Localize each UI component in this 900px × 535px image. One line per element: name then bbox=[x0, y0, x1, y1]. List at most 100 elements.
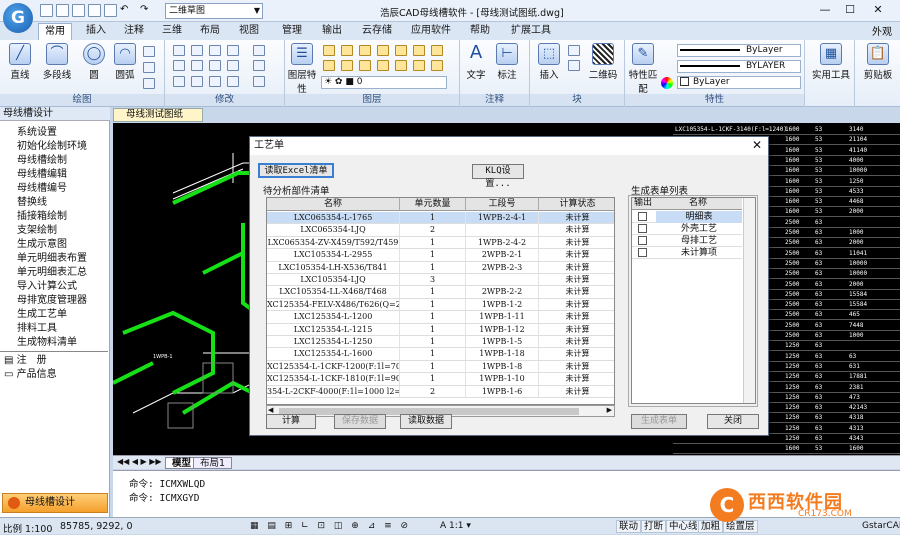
output-row[interactable]: 外壳工艺 bbox=[632, 223, 742, 235]
offset-icon[interactable] bbox=[173, 60, 185, 71]
workspace-select[interactable]: 二维草图 ▼ bbox=[165, 3, 263, 19]
layer-off-icon[interactable] bbox=[341, 45, 353, 56]
trim-icon[interactable] bbox=[227, 60, 239, 71]
col-status[interactable]: 计算状态 bbox=[539, 198, 614, 211]
fillet-icon[interactable] bbox=[209, 76, 221, 87]
output-checkbox[interactable] bbox=[638, 212, 647, 221]
sidebar-item-unit-summary[interactable]: 单元明细表汇总 bbox=[17, 266, 87, 279]
output-row[interactable]: 未计算项 bbox=[632, 247, 742, 259]
layer-isolate-icon[interactable] bbox=[359, 45, 371, 56]
tab-output[interactable]: 输出 bbox=[316, 23, 348, 40]
table-row[interactable]: LXC105354-L-2955 1 2WPB-2-1 未计算 bbox=[267, 249, 614, 262]
layer-lock-icon[interactable] bbox=[377, 45, 389, 56]
scroll-right-icon[interactable]: ▶ bbox=[607, 406, 612, 414]
tab-annotate[interactable]: 注释 bbox=[118, 23, 150, 40]
new-file-icon[interactable] bbox=[40, 4, 53, 17]
tab-home[interactable]: 常用 bbox=[38, 23, 72, 40]
copy-icon[interactable] bbox=[191, 45, 203, 56]
tab-nav-icons[interactable]: ◀◀ ◀ ▶ ▶▶ bbox=[117, 457, 162, 466]
array-icon[interactable] bbox=[227, 45, 239, 56]
line-button[interactable]: ╱ 直线 bbox=[3, 43, 37, 81]
mirror-icon[interactable] bbox=[209, 45, 221, 56]
col-section[interactable]: 工段号 bbox=[466, 198, 539, 211]
sidebar-item-bom[interactable]: 生成物料清单 bbox=[17, 336, 77, 349]
redo-icon[interactable]: ↷ bbox=[140, 4, 153, 17]
sidebar-item-unit-detail[interactable]: 单元明细表布置 bbox=[17, 252, 87, 265]
arc-button[interactable]: ◠ 圆弧 bbox=[108, 43, 142, 81]
output-checkbox[interactable] bbox=[638, 248, 647, 257]
table-row[interactable]: 354-L-2CKF-4000(F:1l=1000 l2= 2 1WPB-1-6 未计… bbox=[267, 385, 614, 398]
scroll-left-icon[interactable]: ◀ bbox=[268, 406, 273, 414]
scale-icon[interactable] bbox=[191, 60, 203, 71]
edit-block-icon[interactable] bbox=[568, 60, 580, 71]
tab-extend-tools[interactable]: 扩展工具 bbox=[505, 23, 557, 40]
table-row[interactable]: LXC105354-LH-X536/T841 1 2WPB-2-3 未计算 bbox=[267, 261, 614, 274]
tab-layout1[interactable]: 布局1 bbox=[193, 457, 233, 469]
chamfer-icon[interactable] bbox=[227, 76, 239, 87]
tab-help[interactable]: 帮助 bbox=[464, 23, 496, 40]
read-data-button[interactable]: 读取数据 bbox=[400, 414, 452, 429]
text-button[interactable]: A 文字 bbox=[462, 43, 490, 82]
move-icon[interactable] bbox=[173, 76, 185, 87]
klq-settings-button[interactable]: KLQ设置... bbox=[472, 164, 524, 189]
clipboard-button[interactable]: 📋 剪贴板 bbox=[859, 43, 897, 81]
layer-freeze-icon[interactable] bbox=[323, 45, 335, 56]
col-name[interactable]: 名称 bbox=[267, 198, 400, 211]
table-row[interactable]: XC125354-L-1CKF-1200(F:1l=700 1 1WPB-1-8 未计… bbox=[267, 360, 614, 374]
output-row[interactable]: 母排工艺 bbox=[632, 235, 742, 247]
sidebar-item-init-env[interactable]: 初始化绘制环境 bbox=[17, 140, 87, 153]
erase-icon[interactable] bbox=[173, 45, 185, 56]
ellipse-icon[interactable] bbox=[143, 62, 155, 73]
table-row[interactable]: LXC125354-L-1250 1 1WPB-1-5 未计算 bbox=[267, 336, 614, 349]
layer-merge-icon[interactable] bbox=[431, 45, 443, 56]
drafting-toggle-icons[interactable]: ▦ ▤ ⊞ ∟ ⊡ ◫ ⊕ ⊿ ≡ ⊘ bbox=[250, 521, 411, 531]
print-icon[interactable] bbox=[104, 4, 117, 17]
table-row[interactable]: XC125354-FELV-X486/T626(Q=210 1 1WPB-1-2 未计… bbox=[267, 298, 614, 312]
color-select[interactable]: ByLayer bbox=[677, 76, 801, 89]
sidebar-item-edit-busway[interactable]: 母线槽编辑 bbox=[17, 168, 67, 181]
status-break-button[interactable]: 打断 bbox=[641, 520, 667, 533]
table-row[interactable]: XC125354-L-1CKF-1810(F:1l=905 1 1WPB-1-10 未… bbox=[267, 373, 614, 386]
close-dialog-button[interactable]: 关闭 bbox=[707, 414, 759, 429]
open-file-icon[interactable] bbox=[56, 4, 69, 17]
minimize-button[interactable]: — bbox=[815, 3, 835, 18]
tab-insert[interactable]: 插入 bbox=[80, 23, 112, 40]
match-properties-button[interactable]: ✎ 特性匹配 bbox=[627, 43, 659, 95]
status-link-button[interactable]: 联动 bbox=[616, 520, 642, 533]
app-logo[interactable]: G bbox=[3, 3, 33, 33]
circle-button[interactable]: ◯ 圆 bbox=[77, 43, 111, 81]
break-icon[interactable] bbox=[253, 76, 265, 87]
busway-design-panel-button[interactable]: 母线槽设计 bbox=[2, 493, 108, 513]
output-list-vscroll[interactable] bbox=[743, 198, 755, 403]
current-layer-select[interactable]: ☀ ✿ ■ 0 bbox=[321, 76, 447, 89]
sidebar-item-product-info[interactable]: ▭ 产品信息 bbox=[4, 368, 57, 381]
calculate-button[interactable]: 计算 bbox=[266, 414, 316, 429]
layer-unfreeze-icon[interactable] bbox=[323, 60, 335, 71]
sidebar-item-busbar-width[interactable]: 母排宽度管理器 bbox=[17, 294, 87, 307]
sidebar-item-draw-busway[interactable]: 母线槽绘制 bbox=[17, 154, 67, 167]
sidebar-item-plugbox[interactable]: 插接箱绘制 bbox=[17, 210, 67, 223]
table-row[interactable]: LXC125354-L-1215 1 1WPB-1-12 未计算 bbox=[267, 323, 614, 336]
maximize-button[interactable]: ☐ bbox=[840, 3, 860, 18]
document-tab[interactable]: 母线测试图纸 bbox=[113, 108, 203, 122]
lineweight-select[interactable]: BYLAYER bbox=[677, 60, 801, 73]
polyline-button[interactable]: ⌒ 多段线 bbox=[37, 43, 77, 81]
sidebar-item-process-sheet[interactable]: 生成工艺单 bbox=[17, 308, 67, 321]
status-centerline-button[interactable]: 中心线 bbox=[666, 520, 701, 533]
hatch-icon[interactable] bbox=[143, 78, 155, 89]
table-row[interactable]: LXC065354-ZV-X459/T592/T459 1 1WPB-2-4-2 未计… bbox=[267, 236, 614, 250]
color-wheel-icon[interactable] bbox=[661, 77, 673, 89]
utilities-button[interactable]: ▦ 实用工具 bbox=[811, 43, 851, 81]
layer-change-icon[interactable] bbox=[395, 60, 407, 71]
annotation-scale-icon[interactable]: A 1:1 ▾ bbox=[440, 521, 471, 531]
rectangle-icon[interactable] bbox=[143, 46, 155, 57]
generate-sheet-button[interactable]: 生成表单 bbox=[631, 414, 687, 429]
layer-match-icon[interactable] bbox=[395, 45, 407, 56]
undo-icon[interactable]: ↶ bbox=[120, 4, 133, 17]
sidebar-item-bracket[interactable]: 支架绘制 bbox=[17, 224, 57, 237]
extend-icon[interactable] bbox=[253, 60, 265, 71]
sidebar-item-number-busway[interactable]: 母线槽编号 bbox=[17, 182, 67, 195]
tab-cloud[interactable]: 云存储 bbox=[356, 23, 398, 40]
tab-manage[interactable]: 管理 bbox=[276, 23, 308, 40]
sidebar-item-import-formula[interactable]: 导入计算公式 bbox=[17, 280, 77, 293]
